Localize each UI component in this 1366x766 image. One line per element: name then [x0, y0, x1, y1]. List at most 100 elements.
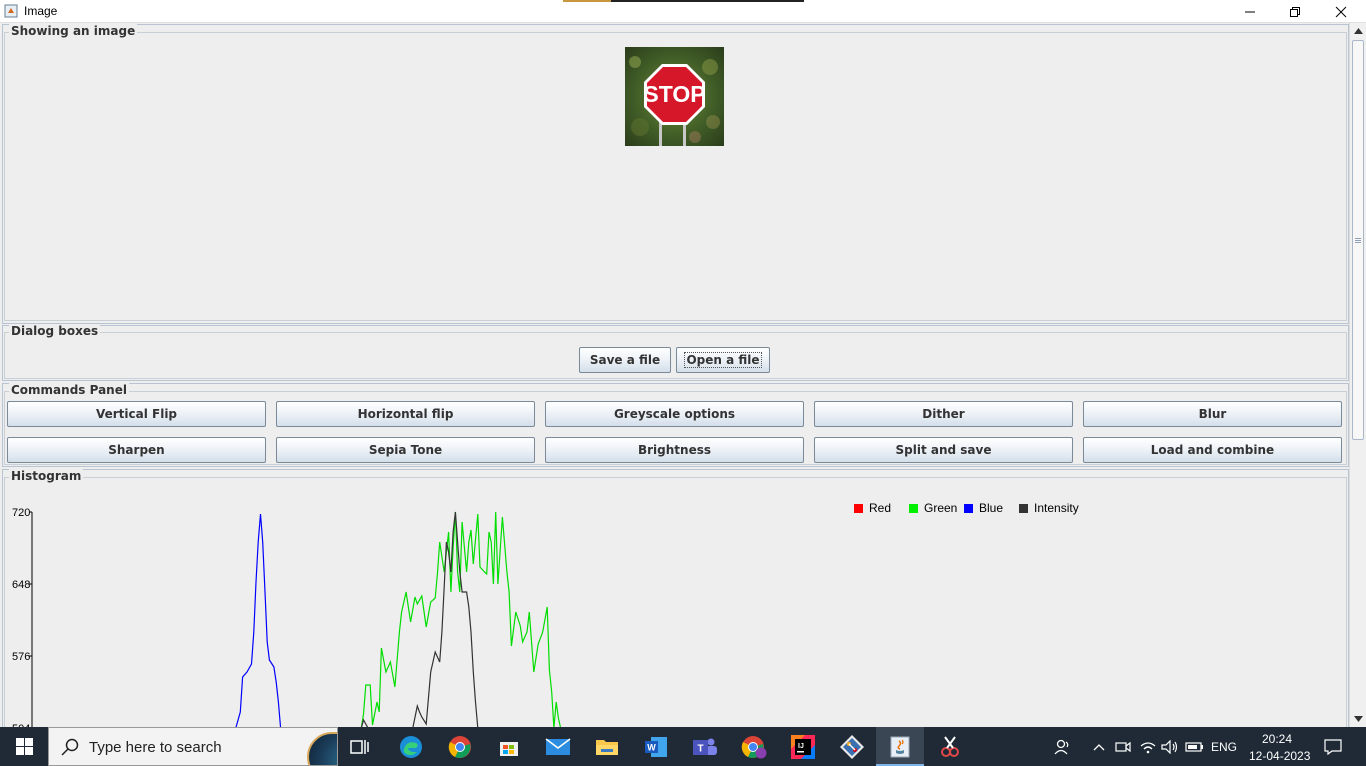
legend-red-label: Red	[869, 501, 892, 515]
window-title-bar: Image	[0, 0, 1366, 23]
scroll-thumb[interactable]	[1352, 40, 1364, 440]
legend-green: Green	[909, 501, 957, 515]
horizontal-flip-label: Horizontal flip	[357, 407, 454, 421]
taskbar-search-box[interactable]: Type here to search	[48, 727, 338, 766]
stop-sign-text: STOP	[643, 81, 705, 107]
close-button[interactable]	[1318, 0, 1364, 23]
input-language-button[interactable]: ENG	[1208, 738, 1240, 756]
vertical-scrollbar[interactable]	[1349, 23, 1366, 727]
clock-date[interactable]: 12-04-2023	[1249, 749, 1310, 763]
commands-panel-title: Commands Panel	[9, 383, 129, 397]
edge-button[interactable]	[397, 733, 425, 761]
volume-button[interactable]	[1160, 738, 1180, 756]
y-tick-group: 720648576504	[12, 507, 32, 727]
restore-icon	[1290, 6, 1300, 17]
meet-now-button[interactable]	[1114, 738, 1132, 756]
chrome-button[interactable]	[446, 733, 474, 761]
start-button[interactable]	[0, 727, 48, 766]
series-line-blue	[235, 513, 282, 727]
scroll-up-button[interactable]	[1350, 23, 1366, 39]
legend-blue-label: Blue	[979, 501, 1004, 515]
intellij-button[interactable]: IJ	[789, 733, 817, 761]
window-title: Image	[24, 4, 58, 18]
chrome-icon	[448, 736, 471, 758]
task-view-icon	[350, 740, 369, 754]
legend-intensity: Intensity	[1019, 501, 1079, 515]
open-file-label: Open a file	[684, 352, 762, 368]
sharpen-button[interactable]: Sharpen	[7, 437, 266, 463]
folder-icon	[596, 740, 618, 755]
sharpen-label: Sharpen	[108, 443, 165, 457]
chevron-up-icon	[1353, 28, 1363, 34]
snipping-tool-button[interactable]	[936, 733, 964, 761]
minimize-button[interactable]	[1227, 0, 1273, 23]
battery-icon	[1185, 742, 1203, 752]
stop-sign-image: STOP	[625, 47, 724, 146]
y-tick-label: 720	[12, 507, 30, 519]
word-button[interactable]: W	[642, 733, 670, 761]
search-icon	[61, 738, 79, 756]
search-placeholder: Type here to search	[89, 739, 222, 756]
series-group	[235, 511, 561, 727]
task-view-button[interactable]	[346, 733, 374, 761]
mail-button[interactable]	[544, 733, 572, 761]
java-app-button[interactable]	[886, 733, 914, 761]
chevron-up-icon	[1093, 744, 1105, 751]
title-accent-bar	[563, 0, 804, 2]
battery-button[interactable]	[1184, 738, 1206, 756]
load-and-combine-label: Load and combine	[1150, 443, 1275, 457]
dither-button[interactable]: Dither	[814, 401, 1073, 427]
close-icon	[1335, 6, 1347, 17]
show-hidden-icons-button[interactable]	[1090, 738, 1108, 756]
action-center-button[interactable]	[1322, 738, 1344, 756]
brightness-label: Brightness	[637, 443, 711, 457]
video-call-icon	[1115, 741, 1131, 753]
y-tick-label: 576	[12, 651, 30, 663]
legend-intensity-swatch	[1019, 503, 1028, 513]
svg-text:T: T	[697, 744, 703, 755]
brightness-button[interactable]: Brightness	[545, 437, 804, 463]
blur-label: Blur	[1198, 407, 1227, 421]
teams-button[interactable]: T	[691, 733, 719, 761]
greyscale-options-button[interactable]: Greyscale options	[545, 401, 804, 427]
vertical-flip-button[interactable]: Vertical Flip	[7, 401, 266, 427]
chrome-profile-icon	[741, 736, 767, 759]
open-file-button[interactable]: Open a file	[676, 347, 770, 373]
sepia-tone-button[interactable]: Sepia Tone	[276, 437, 535, 463]
java-app-icon	[4, 4, 18, 18]
load-and-combine-button[interactable]: Load and combine	[1083, 437, 1342, 463]
people-icon	[1054, 739, 1069, 755]
blur-button[interactable]: Blur	[1083, 401, 1342, 427]
split-and-save-button[interactable]: Split and save	[814, 437, 1073, 463]
git-tool-icon	[840, 735, 864, 759]
svg-text:IJ: IJ	[798, 743, 804, 750]
sepia-tone-label: Sepia Tone	[368, 443, 443, 457]
word-icon: W	[645, 737, 667, 757]
y-tick-label: 648	[12, 579, 30, 591]
search-highlight-icon	[307, 732, 337, 765]
chevron-down-icon	[1353, 716, 1363, 722]
legend-blue-swatch	[964, 503, 973, 513]
legend-green-swatch	[909, 503, 918, 513]
legend-intensity-label: Intensity	[1034, 501, 1079, 515]
chrome-profile-button[interactable]	[740, 733, 768, 761]
series-line-green	[360, 511, 561, 727]
legend-red-swatch	[854, 503, 863, 513]
clock-time[interactable]: 20:24	[1262, 732, 1292, 746]
scroll-down-button[interactable]	[1350, 711, 1366, 727]
horizontal-flip-button[interactable]: Horizontal flip	[276, 401, 535, 427]
git-tool-button[interactable]	[838, 733, 866, 761]
save-file-button[interactable]: Save a file	[579, 347, 671, 373]
windows-taskbar: Type here to search W T IJ ENG 20:24 12-…	[0, 727, 1366, 766]
input-language-label: ENG	[1210, 740, 1237, 754]
file-explorer-button[interactable]	[593, 733, 621, 761]
edge-icon	[400, 736, 422, 758]
scroll-grip	[1355, 238, 1361, 243]
teams-icon: T	[693, 738, 717, 755]
people-button[interactable]	[1053, 738, 1073, 756]
image-panel-title: Showing an image	[9, 24, 138, 38]
minimize-icon	[1245, 11, 1255, 12]
wifi-button[interactable]	[1138, 738, 1158, 756]
restore-button[interactable]	[1272, 0, 1318, 23]
store-button[interactable]	[495, 733, 523, 761]
